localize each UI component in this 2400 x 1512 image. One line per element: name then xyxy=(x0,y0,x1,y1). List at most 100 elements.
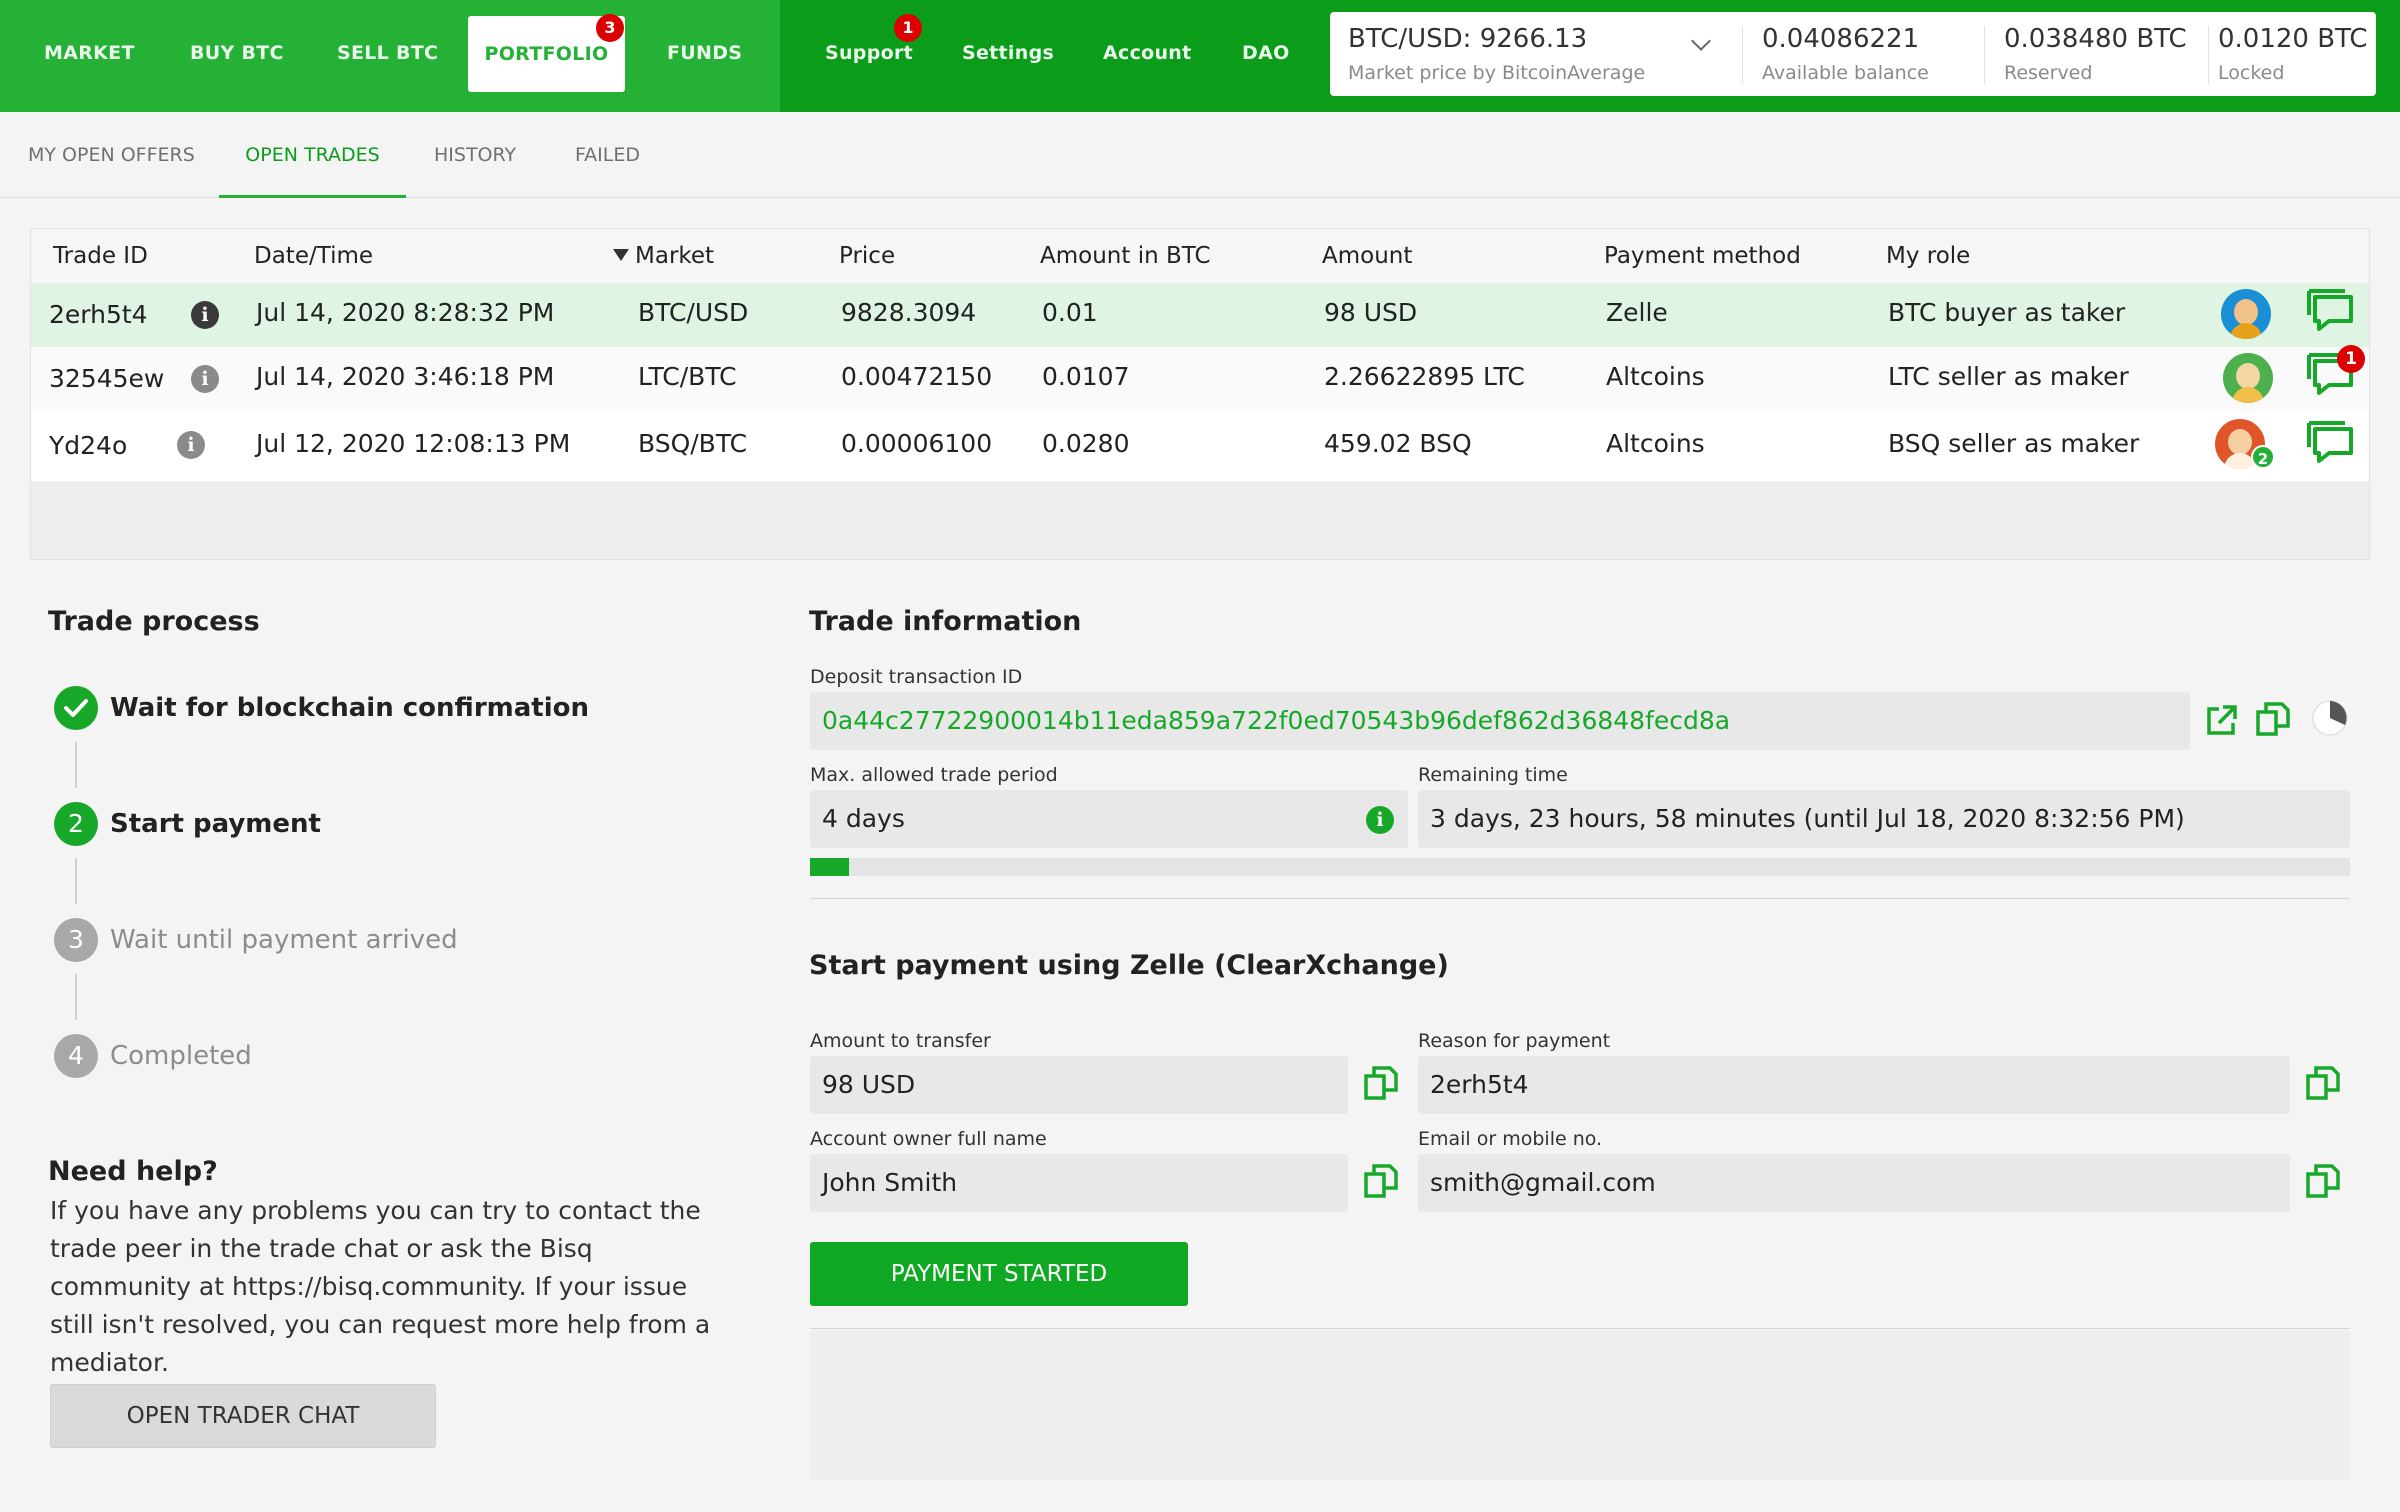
open-trader-chat-button[interactable]: OPEN TRADER CHAT xyxy=(50,1384,436,1448)
info-icon[interactable]: i xyxy=(191,301,219,329)
peer-avatar[interactable] xyxy=(2221,289,2271,339)
account-owner-field: John Smith xyxy=(810,1154,1348,1212)
nav-funds[interactable]: FUNDS xyxy=(667,0,742,106)
top-navigation-bar: MARKET BUY BTC SELL BTC PORTFOLIO 3 FUND… xyxy=(0,0,2400,112)
balance-panel: BTC/USD: 9266.13 Market price by Bitcoin… xyxy=(1330,12,2376,96)
nav-buy-btc[interactable]: BUY BTC xyxy=(190,0,284,106)
cell-trade-id: 2erh5t4 xyxy=(49,300,148,329)
cell-market: BTC/USD xyxy=(638,298,749,327)
trade-process-title: Trade process xyxy=(48,606,260,637)
cell-amount: 98 USD xyxy=(1324,298,1418,327)
amount-to-transfer-field: 98 USD xyxy=(810,1056,1348,1114)
tab-my-open-offers[interactable]: MY OPEN OFFERS xyxy=(28,112,195,198)
step-1-label: Wait for blockchain confirmation xyxy=(110,693,589,723)
column-datetime[interactable]: Date/Time xyxy=(254,229,373,283)
available-balance-label: Available balance xyxy=(1762,62,1929,84)
amount-to-transfer-label: Amount to transfer xyxy=(810,1030,991,1052)
cell-payment-method: Altcoins xyxy=(1606,429,1705,458)
max-period-field: 4 days xyxy=(810,790,1408,848)
divider xyxy=(1984,26,1985,84)
chat-icon[interactable] xyxy=(2305,289,2355,335)
confirmations-pie-icon xyxy=(2312,700,2348,736)
info-icon[interactable]: i xyxy=(191,365,219,393)
available-balance: 0.04086221 Available balance xyxy=(1762,24,1929,84)
info-icon[interactable]: i xyxy=(177,431,205,459)
cell-price: 9828.3094 xyxy=(841,298,977,327)
step-3-label: Wait until payment arrived xyxy=(110,925,458,955)
trade-period-progress xyxy=(810,858,2350,876)
avatar-body xyxy=(2230,323,2262,339)
column-amount-btc[interactable]: Amount in BTC xyxy=(1040,229,1211,283)
portfolio-subtabs: MY OPEN OFFERS OPEN TRADES HISTORY FAILE… xyxy=(0,112,2400,198)
nav-account[interactable]: Account xyxy=(1103,0,1192,106)
column-amount[interactable]: Amount xyxy=(1322,229,1412,283)
column-payment-method[interactable]: Payment method xyxy=(1604,229,1801,283)
cell-datetime: Jul 12, 2020 12:08:13 PM xyxy=(256,429,571,458)
avatar-face xyxy=(2234,299,2258,325)
copy-icon[interactable] xyxy=(1362,1162,1402,1202)
cell-my-role: BSQ seller as maker xyxy=(1888,429,2140,458)
reserved-balance-label: Reserved xyxy=(2004,62,2093,84)
locked-balance-value: 0.0120 BTC xyxy=(2218,24,2368,54)
chevron-down-icon[interactable] xyxy=(1691,31,1711,51)
cell-payment-method: Zelle xyxy=(1606,298,1668,327)
copy-icon[interactable] xyxy=(2304,1162,2344,1202)
open-external-icon[interactable] xyxy=(2202,700,2242,740)
reserved-balance: 0.038480 BTC Reserved xyxy=(2004,24,2187,84)
deposit-tx-label: Deposit transaction ID xyxy=(810,666,1023,688)
tab-failed[interactable]: FAILED xyxy=(575,112,640,198)
cell-amount-btc: 0.01 xyxy=(1042,298,1098,327)
account-owner-label: Account owner full name xyxy=(810,1128,1047,1150)
table-row[interactable]: Yd24o i Jul 12, 2020 12:08:13 PM BSQ/BTC… xyxy=(31,411,2369,481)
peer-avatar[interactable] xyxy=(2223,353,2273,403)
column-trade-id[interactable]: Trade ID xyxy=(53,229,148,283)
nav-market[interactable]: MARKET xyxy=(44,0,135,106)
checkmark-icon xyxy=(64,699,88,717)
remaining-time-field: 3 days, 23 hours, 58 minutes (until Jul … xyxy=(1418,790,2350,848)
nav-sell-btc[interactable]: SELL BTC xyxy=(337,0,438,106)
start-payment-title: Start payment using Zelle (ClearXchange) xyxy=(809,950,1449,981)
nav-dao[interactable]: DAO xyxy=(1242,0,1290,106)
column-my-role[interactable]: My role xyxy=(1886,229,1970,283)
column-price[interactable]: Price xyxy=(839,229,895,283)
copy-icon[interactable] xyxy=(2254,700,2294,740)
available-balance-value: 0.04086221 xyxy=(1762,24,1920,54)
column-market[interactable]: Market xyxy=(613,229,714,283)
step-2-number: 2 xyxy=(54,802,98,846)
market-price-source: Market price by BitcoinAverage xyxy=(1348,62,1646,84)
cell-my-role: BTC buyer as taker xyxy=(1888,298,2126,327)
unread-chat-badge: 1 xyxy=(2337,345,2365,373)
tab-open-trades[interactable]: OPEN TRADES xyxy=(219,112,406,198)
email-mobile-field: smith@gmail.com xyxy=(1418,1154,2290,1212)
trade-information-title: Trade information xyxy=(809,606,1082,637)
step-4-number: 4 xyxy=(54,1034,98,1078)
market-price-selector[interactable]: BTC/USD: 9266.13 Market price by Bitcoin… xyxy=(1348,24,1645,84)
avatar-face xyxy=(2228,429,2252,455)
cell-amount-btc: 0.0280 xyxy=(1042,429,1130,458)
table-row[interactable]: 32545ew i Jul 14, 2020 3:46:18 PM LTC/BT… xyxy=(31,345,2369,411)
cell-market: BSQ/BTC xyxy=(638,429,748,458)
payment-details-footer-panel xyxy=(810,1330,2350,1480)
step-complete-check-icon xyxy=(54,686,98,730)
table-row[interactable]: 2erh5t4 i Jul 14, 2020 8:28:32 PM BTC/US… xyxy=(31,283,2369,347)
cell-trade-id: 32545ew xyxy=(49,364,165,393)
step-2-label: Start payment xyxy=(110,809,321,839)
cell-amount-btc: 0.0107 xyxy=(1042,362,1130,391)
copy-icon[interactable] xyxy=(2304,1064,2344,1104)
nav-portfolio-label: PORTFOLIO xyxy=(484,43,609,65)
deposit-tx-field[interactable]: 0a44c27722900014b11eda859a722f0ed70543b9… xyxy=(810,692,2190,750)
nav-settings[interactable]: Settings xyxy=(962,0,1054,106)
cell-price: 0.00472150 xyxy=(841,362,993,391)
avatar-body xyxy=(2232,387,2264,403)
copy-icon[interactable] xyxy=(1362,1064,1402,1104)
divider xyxy=(1742,26,1743,84)
open-trades-table: Trade ID Date/Time Market Price Amount i… xyxy=(30,228,2370,560)
payment-started-button[interactable]: PAYMENT STARTED xyxy=(810,1242,1188,1306)
reason-for-payment-label: Reason for payment xyxy=(1418,1030,1611,1052)
cell-price: 0.00006100 xyxy=(841,429,993,458)
tab-history[interactable]: HISTORY xyxy=(434,112,516,198)
info-icon[interactable]: i xyxy=(1366,806,1394,834)
need-help-title: Need help? xyxy=(48,1156,218,1187)
chat-icon[interactable] xyxy=(2305,421,2355,467)
trade-period-progress-fill xyxy=(810,858,849,876)
